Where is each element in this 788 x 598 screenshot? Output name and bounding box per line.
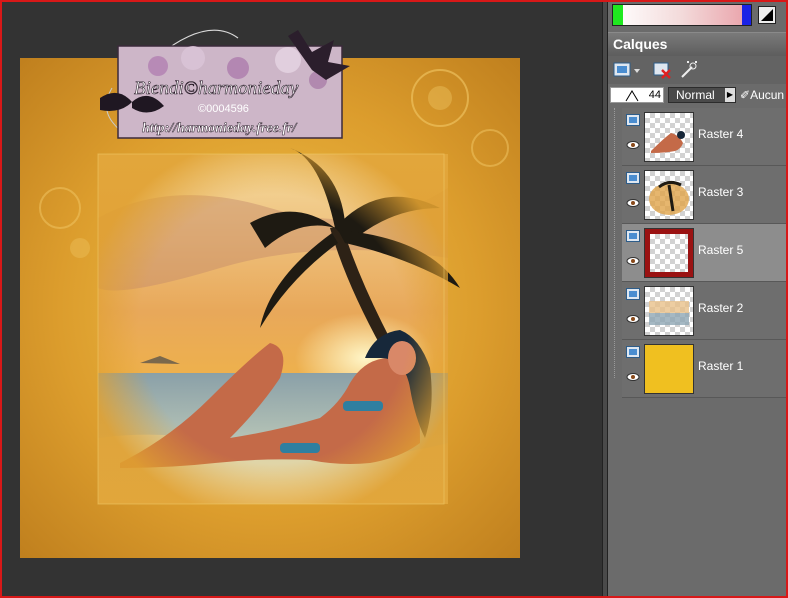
new-layer-icon bbox=[613, 62, 640, 77]
layer-name: Raster 3 bbox=[698, 185, 744, 199]
layer-thumbnail bbox=[644, 344, 694, 394]
panel-title: Calques bbox=[608, 32, 786, 56]
green-swatch[interactable] bbox=[613, 5, 623, 25]
layer-row-raster-2[interactable]: Raster 2 bbox=[622, 282, 786, 340]
layer-type-icon bbox=[626, 114, 640, 126]
layer-name: Raster 5 bbox=[698, 243, 744, 257]
visibility-eye-icon[interactable] bbox=[626, 140, 640, 150]
opacity-slider-icon bbox=[625, 90, 639, 102]
layers-list: Raster 4 Raster 3 Raster 5 Raster 2 Rast… bbox=[608, 108, 786, 596]
layer-name: Raster 2 bbox=[698, 301, 744, 315]
layer-tree-line bbox=[614, 108, 616, 378]
visibility-eye-icon[interactable] bbox=[626, 314, 640, 324]
delete-layer-button[interactable] bbox=[652, 59, 674, 81]
layer-properties-row: 44 Normal ▶ ✐Aucun bbox=[608, 84, 786, 106]
layers-toolbar bbox=[608, 56, 786, 84]
layers-panel: Calques 44 Normal ▶ ✐Aucun Raster 4 Rast… bbox=[608, 2, 786, 596]
layer-properties-button[interactable] bbox=[678, 59, 700, 81]
layer-type-icon bbox=[626, 346, 640, 358]
opacity-value: 44 bbox=[648, 89, 661, 101]
lock-label: Aucun bbox=[750, 88, 785, 102]
delete-layer-icon bbox=[653, 62, 671, 79]
blend-dropdown-arrow-icon[interactable]: ▶ bbox=[725, 88, 735, 102]
layer-name: Raster 4 bbox=[698, 127, 744, 141]
layer-row-raster-1[interactable]: Raster 1 bbox=[622, 340, 786, 398]
new-layer-button[interactable] bbox=[612, 59, 642, 81]
watermark-url: http://harmonieday.free.fr/ bbox=[142, 121, 297, 136]
color-palette-bar[interactable] bbox=[612, 4, 752, 26]
layer-row-raster-3[interactable]: Raster 3 bbox=[622, 166, 786, 224]
watermark-number: ©0004596 bbox=[198, 103, 249, 115]
watermark-tag: Biendi©harmonieday ©0004596 http://harmo… bbox=[98, 28, 350, 148]
magic-wand-icon bbox=[681, 61, 697, 78]
lock-select[interactable]: ✐Aucun bbox=[740, 87, 784, 103]
lock-icon: ✐ bbox=[740, 88, 751, 102]
workspace[interactable]: Biendi©harmonieday ©0004596 http://harmo… bbox=[2, 2, 602, 596]
layer-row-raster-4[interactable]: Raster 4 bbox=[622, 108, 786, 166]
layer-thumbnail bbox=[644, 112, 694, 162]
layer-thumbnail bbox=[644, 170, 694, 220]
layer-row-raster-5[interactable]: Raster 5 bbox=[622, 224, 786, 282]
layer-name: Raster 1 bbox=[698, 359, 744, 373]
visibility-eye-icon[interactable] bbox=[626, 256, 640, 266]
swap-colors-icon[interactable] bbox=[758, 6, 776, 24]
visibility-eye-icon[interactable] bbox=[626, 198, 640, 208]
layer-thumbnail bbox=[644, 228, 694, 278]
layer-type-icon bbox=[626, 172, 640, 184]
layer-type-icon bbox=[626, 288, 640, 300]
blue-swatch[interactable] bbox=[742, 5, 751, 25]
visibility-eye-icon[interactable] bbox=[626, 372, 640, 382]
layer-thumbnail bbox=[644, 286, 694, 336]
watermark-name: Biendi©harmonieday bbox=[134, 78, 299, 99]
watermark-graphic: Biendi©harmonieday ©0004596 http://harmo… bbox=[100, 29, 350, 139]
opacity-field[interactable]: 44 bbox=[610, 87, 664, 103]
layer-type-icon bbox=[626, 230, 640, 242]
